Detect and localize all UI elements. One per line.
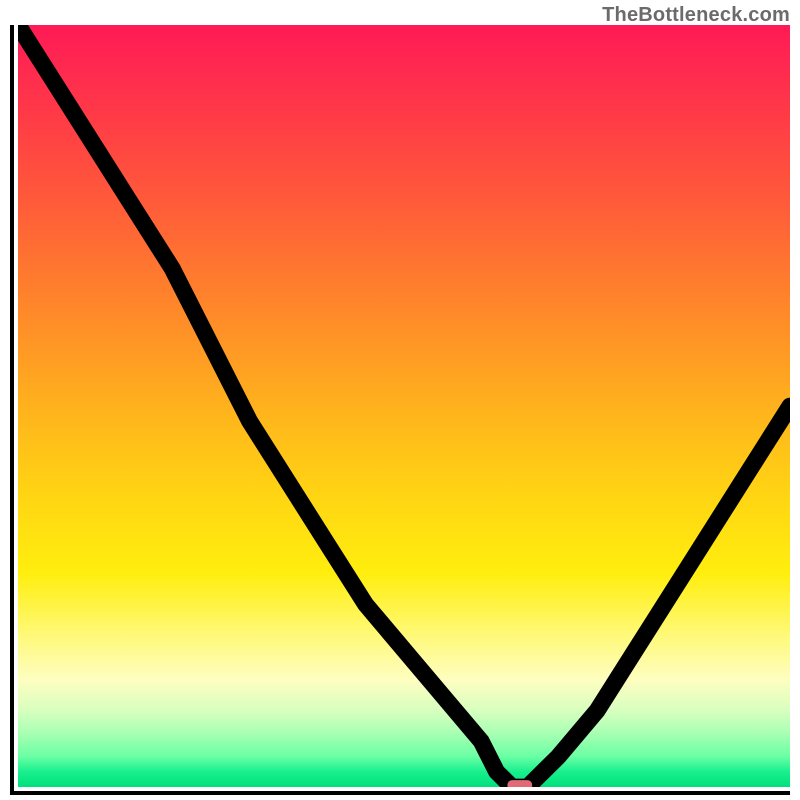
plot-axes	[10, 25, 790, 795]
bottleneck-curve	[18, 25, 790, 787]
watermark-label: TheBottleneck.com	[602, 4, 790, 27]
curve-layer	[18, 25, 790, 787]
chart-stage: TheBottleneck.com	[0, 0, 800, 800]
optimum-marker	[507, 780, 532, 787]
